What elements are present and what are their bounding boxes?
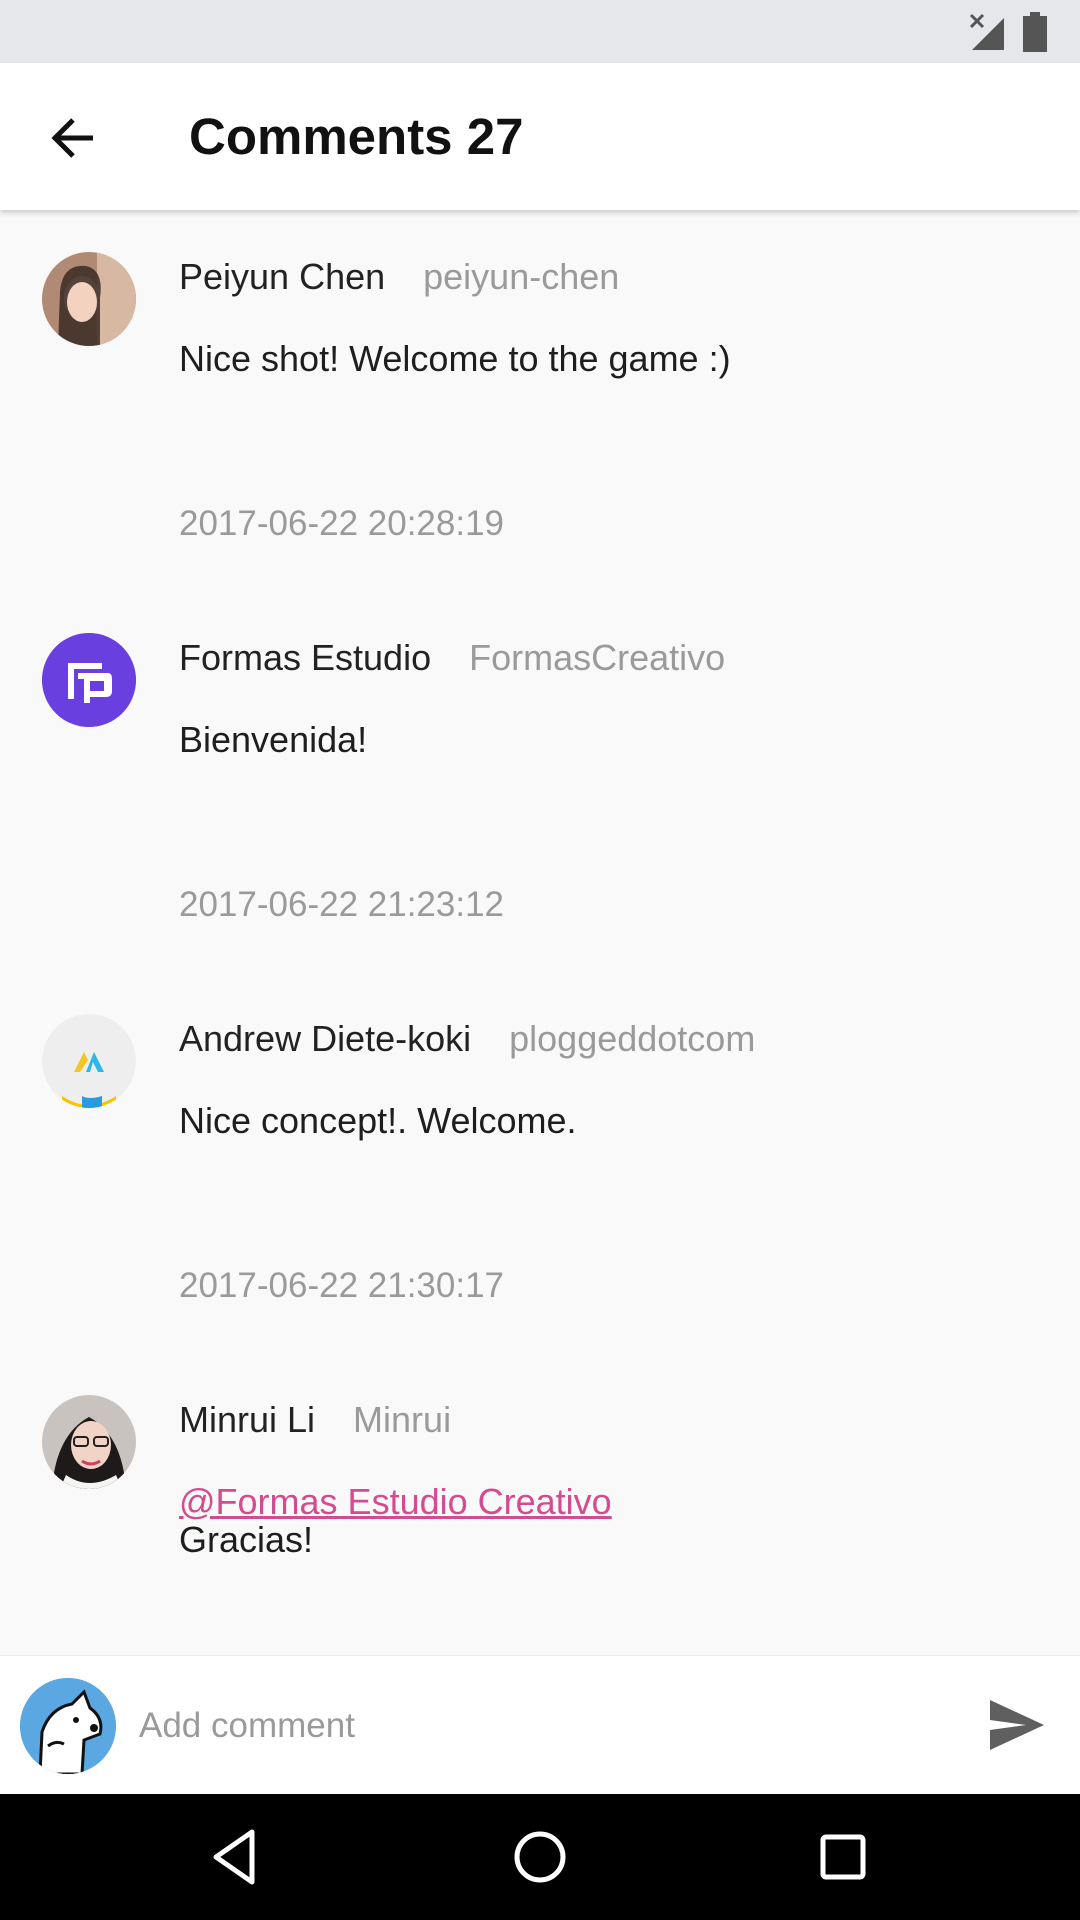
nav-home-button[interactable]	[507, 1824, 573, 1890]
comment-input[interactable]	[137, 1692, 941, 1760]
nav-back-button[interactable]	[204, 1824, 270, 1890]
avatar[interactable]	[42, 633, 136, 727]
send-button[interactable]	[986, 1696, 1048, 1754]
comments-list: Peiyun Chen peiyun-chen Nice shot! Welcom…	[0, 210, 1080, 1655]
author-username[interactable]: FormasCreativo	[469, 637, 725, 678]
comment-timestamp: 2017-06-22 21:30:17	[179, 1266, 504, 1305]
author-name[interactable]: Andrew Diete-koki	[179, 1018, 471, 1059]
current-user-avatar	[20, 1678, 116, 1774]
nav-home-icon	[514, 1831, 566, 1883]
status-icons	[968, 12, 1048, 52]
arrow-left-icon	[51, 118, 93, 158]
comment-item: Formas Estudio FormasCreativo Bienvenida!…	[0, 591, 1080, 971]
author-username[interactable]: ploggeddotcom	[509, 1018, 755, 1059]
comment-text: Bienvenida!	[179, 719, 368, 760]
comment-timestamp: 2017-06-22 21:23:12	[179, 885, 504, 924]
page-title: Comments 27	[189, 108, 524, 165]
comment-author: Formas Estudio FormasCreativo	[179, 637, 725, 679]
comment-timestamp: 2017-06-22 20:28:19	[179, 504, 504, 543]
author-username[interactable]: Minrui	[353, 1399, 451, 1440]
comment-body: Gracias!	[179, 1519, 314, 1560]
mention-link[interactable]: @Formas Estudio Creativo	[179, 1483, 612, 1521]
comment-item: Andrew Diete-koki ploggeddotcom Nice conc…	[0, 972, 1080, 1352]
system-nav-bar	[0, 1794, 1080, 1920]
avatar[interactable]	[42, 1014, 136, 1108]
send-icon	[990, 1700, 1044, 1750]
comment-item: Minrui Li Minrui @Formas Estudio Creativo…	[0, 1353, 1080, 1655]
comment-author: Minrui Li Minrui	[179, 1399, 451, 1441]
avatar[interactable]	[42, 252, 136, 346]
nav-recents-button[interactable]	[810, 1824, 876, 1890]
status-bar	[0, 0, 1080, 63]
comment-author: Andrew Diete-koki ploggeddotcom	[179, 1018, 755, 1060]
battery-icon	[1023, 12, 1047, 52]
nav-back-icon	[213, 1829, 255, 1885]
author-username[interactable]: peiyun-chen	[423, 256, 619, 297]
comment-item: Peiyun Chen peiyun-chen Nice shot! Welcom…	[0, 210, 1080, 590]
back-button[interactable]	[40, 105, 106, 171]
comment-text: Nice shot! Welcome to the game :)	[179, 338, 731, 379]
avatar[interactable]	[42, 1395, 136, 1489]
nav-recents-icon	[820, 1834, 866, 1880]
comment-text: Nice concept!. Welcome.	[179, 1100, 577, 1141]
signal-icon	[969, 13, 1004, 50]
author-name[interactable]: Formas Estudio	[179, 637, 431, 678]
comment-author: Peiyun Chen peiyun-chen	[179, 256, 619, 298]
app-bar: Comments 27	[0, 63, 1080, 210]
comment-composer	[0, 1655, 1080, 1795]
comment-text: @Formas Estudio Creativo Gracias!	[179, 1483, 612, 1559]
author-name[interactable]: Minrui Li	[179, 1399, 315, 1440]
author-name[interactable]: Peiyun Chen	[179, 256, 385, 297]
